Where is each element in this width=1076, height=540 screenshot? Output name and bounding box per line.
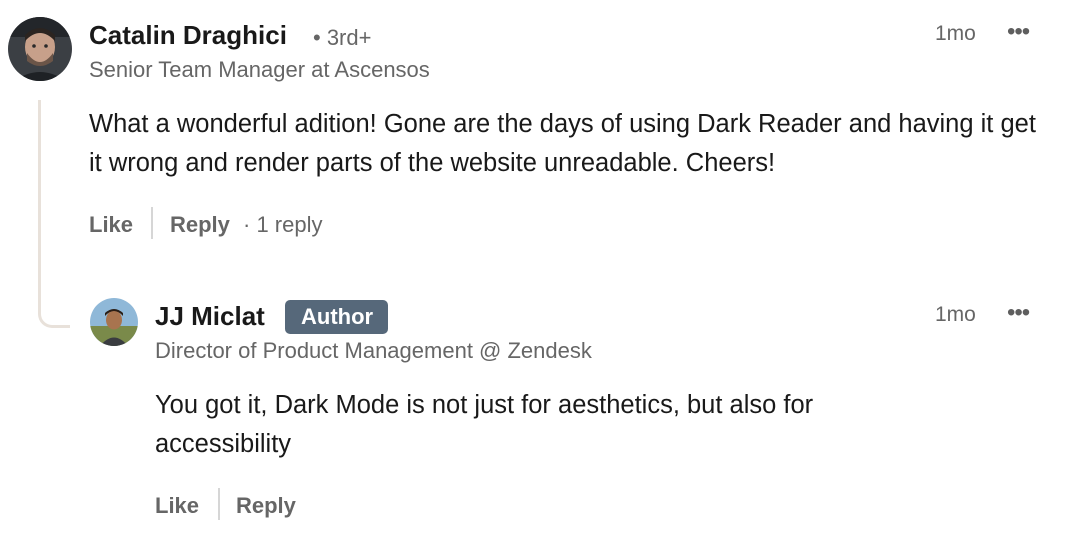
action-divider xyxy=(151,207,153,239)
reply-reply-button[interactable]: Reply xyxy=(236,493,296,519)
author-badge: Author xyxy=(285,300,389,334)
comment-timestamp: 1mo xyxy=(935,22,976,45)
comment-author-headline: Senior Team Manager at Ascensos xyxy=(89,57,430,82)
reply-more-options-icon[interactable]: ••• xyxy=(1007,301,1030,325)
profile-photo-icon xyxy=(8,17,72,81)
reply-author-headline: Director of Product Management @ Zendesk xyxy=(155,338,592,363)
action-divider xyxy=(218,488,220,520)
reply-text: You got it, Dark Mode is not just for ae… xyxy=(155,391,814,458)
comment-reply-button[interactable]: Reply xyxy=(170,212,230,238)
comment-more-options-icon[interactable]: ••• xyxy=(1007,20,1030,44)
reply-author-name[interactable]: JJ Miclat xyxy=(155,301,265,332)
reply-like-button[interactable]: Like xyxy=(155,493,199,519)
thread-connector-line xyxy=(38,100,70,328)
profile-photo-icon xyxy=(90,298,138,346)
comment-like-button[interactable]: Like xyxy=(89,212,133,238)
comment-text: What a wonderful adition! Gone are the d… xyxy=(89,110,1036,177)
comment-author-name[interactable]: Catalin Draghici xyxy=(89,20,287,51)
avatar-jj-miclat[interactable] xyxy=(90,298,138,346)
connection-degree: • 3rd+ xyxy=(313,25,372,50)
reply-timestamp: 1mo xyxy=(935,303,976,326)
avatar-catalin[interactable] xyxy=(8,17,72,81)
reply-count-link[interactable]: · 1 reply xyxy=(243,212,322,238)
